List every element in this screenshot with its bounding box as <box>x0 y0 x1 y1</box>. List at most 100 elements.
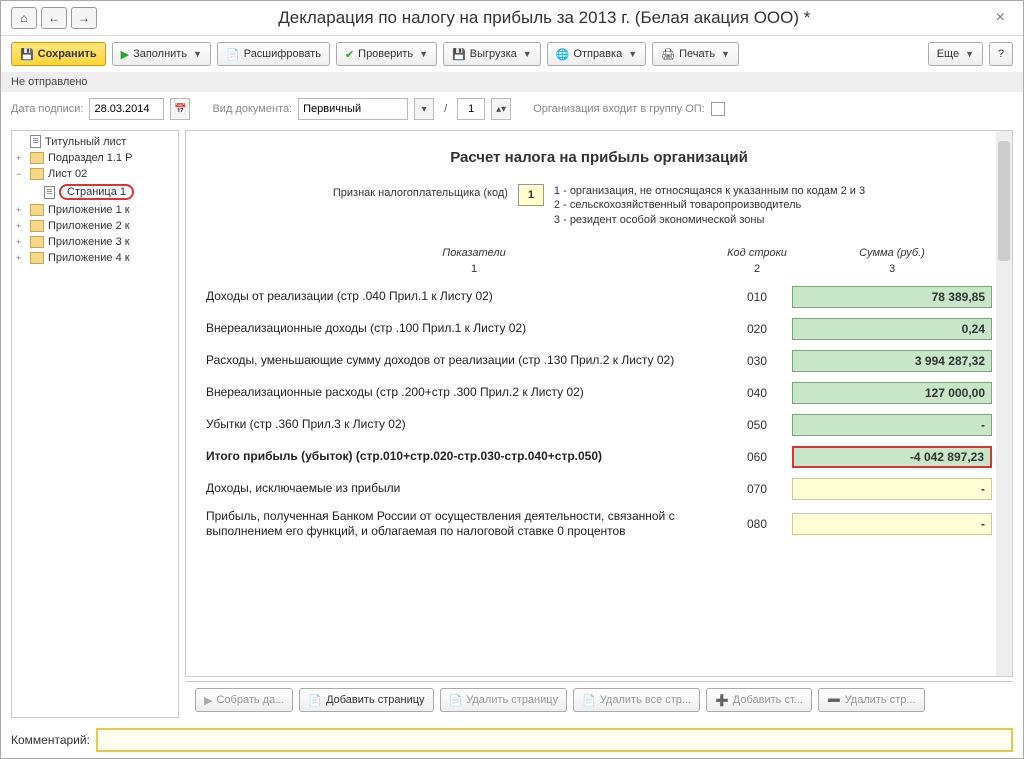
fill-button[interactable]: ▶ Заполнить ▼ <box>112 42 211 66</box>
sum-input[interactable]: - <box>792 414 992 436</box>
spin-button[interactable]: ▴▾ <box>491 98 511 120</box>
corr-num-input[interactable] <box>457 98 485 120</box>
tree-item[interactable]: −Лист 02 <box>12 166 178 182</box>
add-page-button[interactable]: 📄 Добавить страницу <box>299 688 433 712</box>
sum-input[interactable]: 3 994 287,32 <box>792 350 992 372</box>
tree-item[interactable]: Титульный лист <box>12 133 178 150</box>
help-button[interactable]: ? <box>989 42 1013 66</box>
expand-icon[interactable]: − <box>16 169 26 179</box>
del-str-icon: ➖ <box>827 694 841 707</box>
document-icon <box>44 186 55 199</box>
taxpayer-label: Признак налогоплательщика (код) <box>333 184 508 199</box>
add-str-button[interactable]: ➕ Добавить ст... <box>706 688 812 712</box>
row-code: 020 <box>722 322 792 336</box>
sum-input[interactable]: 0,24 <box>792 318 992 340</box>
row-code: 010 <box>722 290 792 304</box>
expand-icon[interactable]: + <box>16 205 26 215</box>
tree-item-label: Приложение 3 к <box>48 236 130 248</box>
dropdown-icon: ▼ <box>523 49 532 59</box>
more-button[interactable]: Еще ▼ <box>928 42 983 66</box>
scrollbar[interactable] <box>996 131 1012 676</box>
delete-str-button[interactable]: ➖ Удалить стр... <box>818 688 925 712</box>
document-icon <box>30 135 41 148</box>
taxpayer-code-input[interactable]: 1 <box>518 184 544 206</box>
tree-item-label: Подраздел 1.1 Р <box>48 152 132 164</box>
sign-date-input[interactable] <box>89 98 164 120</box>
row-code: 030 <box>722 354 792 368</box>
dropdown-icon: ▼ <box>193 49 202 59</box>
col-header-2: Код строки <box>722 247 792 259</box>
decode-button[interactable]: 📄 Расшифровать <box>217 42 330 66</box>
print-button[interactable]: 🖨 Печать ▼ <box>652 42 739 66</box>
data-row: Внереализационные расходы (стр .200+стр … <box>206 381 992 405</box>
expand-icon[interactable]: + <box>16 253 26 263</box>
data-row: Доходы, исключаемые из прибыли070- <box>206 477 992 501</box>
row-label: Убытки (стр .360 Прил.3 к Листу 02) <box>206 417 722 433</box>
row-code: 050 <box>722 418 792 432</box>
row-label: Итого прибыль (убыток) (стр.010+стр.020-… <box>206 449 722 465</box>
export-icon: 💾 <box>452 48 466 61</box>
folder-icon <box>30 252 44 264</box>
expand-icon[interactable]: + <box>16 153 26 163</box>
row-label: Внереализационные доходы (стр .100 Прил.… <box>206 321 722 337</box>
back-button[interactable]: ← <box>41 7 67 29</box>
folder-icon <box>30 236 44 248</box>
delete-all-button[interactable]: 📄 Удалить все стр... <box>573 688 700 712</box>
tree-item[interactable]: Страница 1 <box>12 182 178 202</box>
sum-input[interactable]: - <box>792 513 992 535</box>
data-row: Расходы, уменьшающие сумму доходов от ре… <box>206 349 992 373</box>
doc-type-input[interactable] <box>298 98 408 120</box>
org-group-checkbox[interactable] <box>711 102 725 116</box>
sum-input[interactable]: - <box>792 478 992 500</box>
doc-type-dropdown[interactable]: ▾ <box>414 98 434 120</box>
tree-item[interactable]: +Приложение 2 к <box>12 218 178 234</box>
collect-button[interactable]: ▶ Собрать да... <box>195 688 293 712</box>
expand-icon[interactable]: + <box>16 237 26 247</box>
doc-type-label: Вид документа: <box>212 103 292 115</box>
close-button[interactable]: × <box>988 9 1013 27</box>
comment-label: Комментарий: <box>11 733 90 747</box>
check-button[interactable]: ✔ Проверить ▼ <box>336 42 437 66</box>
sum-input[interactable]: -4 042 897,23 <box>792 446 992 468</box>
window-title: Декларация по налогу на прибыль за 2013 … <box>101 8 988 28</box>
tree-item[interactable]: + Приложение 3 к <box>12 234 178 250</box>
row-label: Расходы, уменьшающие сумму доходов от ре… <box>206 353 722 369</box>
print-icon: 🖨 <box>661 48 675 61</box>
calendar-button[interactable]: 📅 <box>170 98 190 120</box>
tree-item[interactable]: + Подраздел 1.1 Р <box>12 150 178 166</box>
dropdown-icon: ▼ <box>721 49 730 59</box>
delete-page-button[interactable]: 📄 Удалить страницу <box>440 688 568 712</box>
row-code: 060 <box>722 450 792 464</box>
save-icon: 💾 <box>20 48 34 61</box>
tree-item-label: Приложение 1 к <box>48 204 130 216</box>
sign-date-label: Дата подписи: <box>11 103 83 115</box>
sum-input[interactable]: 78 389,85 <box>792 286 992 308</box>
home-button[interactable]: ⌂ <box>11 7 37 29</box>
row-label: Прибыль, полученная Банком России от осу… <box>206 509 722 540</box>
send-icon: 🌐 <box>556 48 570 61</box>
row-code: 070 <box>722 482 792 496</box>
expand-icon[interactable]: + <box>16 221 26 231</box>
send-button[interactable]: 🌐 Отправка ▼ <box>547 42 646 66</box>
add-page-icon: 📄 <box>308 694 322 707</box>
tree-item[interactable]: + Приложение 1 к <box>12 202 178 218</box>
check-icon: ✔ <box>345 48 354 61</box>
section-title: Расчет налога на прибыль организаций <box>206 149 992 166</box>
data-row: Прибыль, полученная Банком России от осу… <box>206 509 992 540</box>
col-header-1: Показатели <box>206 247 722 259</box>
forward-button[interactable]: → <box>71 7 97 29</box>
comment-input[interactable] <box>96 728 1013 752</box>
save-button[interactable]: 💾 Сохранить <box>11 42 106 66</box>
del-page-icon: 📄 <box>449 694 463 707</box>
form-content: Расчет налога на прибыль организаций При… <box>185 130 1013 677</box>
sum-input[interactable]: 127 000,00 <box>792 382 992 404</box>
data-row: Внереализационные доходы (стр .100 Прил.… <box>206 317 992 341</box>
export-button[interactable]: 💾 Выгрузка ▼ <box>443 42 541 66</box>
tree-item-label: Титульный лист <box>45 136 126 148</box>
section-tree[interactable]: Титульный лист + Подраздел 1.1 Р −Лист 02Ст… <box>11 130 179 718</box>
folder-icon <box>30 152 44 164</box>
slash-label: / <box>440 103 451 115</box>
tree-item[interactable]: +Приложение 4 к <box>12 250 178 266</box>
dropdown-icon: ▼ <box>965 49 974 59</box>
del-all-icon: 📄 <box>582 694 596 707</box>
